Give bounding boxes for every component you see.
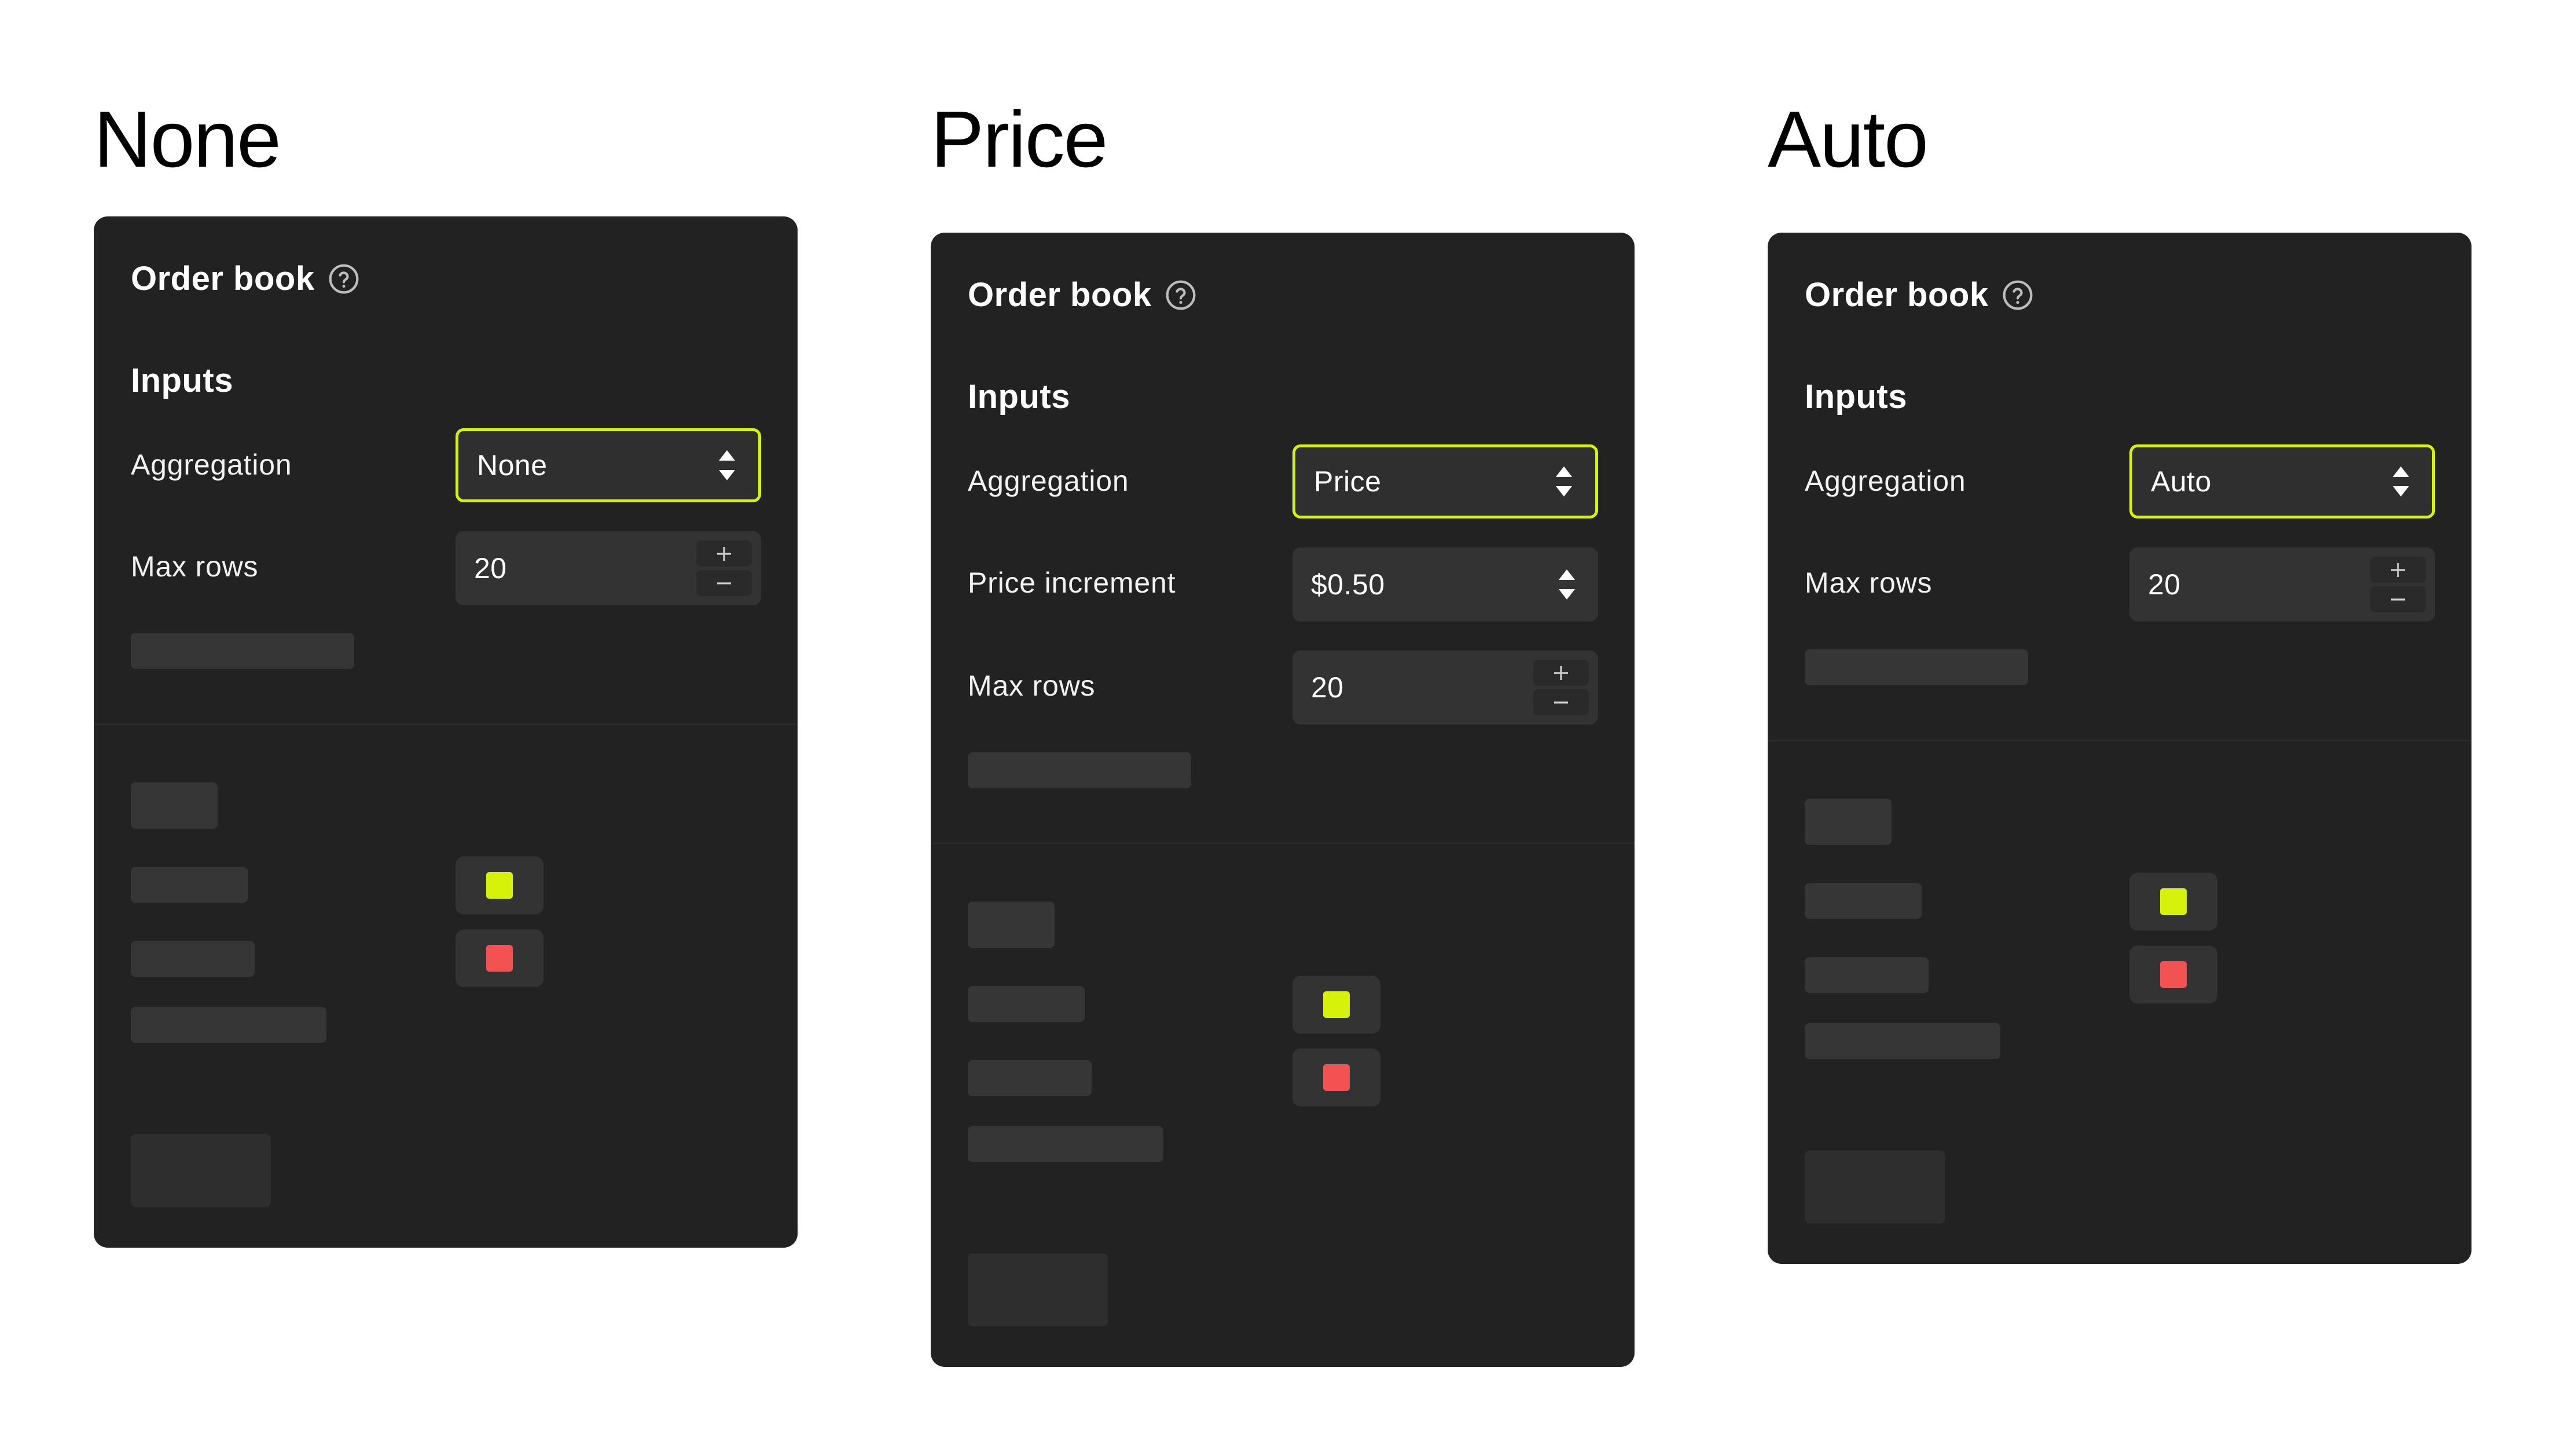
price-increment-value: $0.50 — [1311, 568, 1385, 601]
aggregation-value: None — [477, 449, 548, 481]
question-circle-icon[interactable] — [328, 263, 360, 295]
ask-color-picker[interactable] — [456, 929, 543, 987]
order-book-panel: Order book Inputs Aggregation Auto Max r… — [1768, 233, 2471, 1264]
skeleton-placeholder — [1805, 649, 2028, 685]
aggregation-label: Aggregation — [968, 465, 1129, 497]
bid-color-picker[interactable] — [456, 856, 543, 914]
aggregation-label: Aggregation — [1805, 465, 1966, 497]
skeleton-placeholder — [131, 941, 255, 977]
bid-color-picker[interactable] — [1292, 976, 1380, 1034]
skeleton-placeholder — [131, 867, 248, 903]
skeleton-placeholder — [1805, 883, 1922, 919]
order-book-panel: Order book Inputs Aggregation Price Pric… — [931, 233, 1635, 1367]
skeleton-placeholder — [968, 1060, 1092, 1096]
skeleton-button-placeholder — [968, 1253, 1108, 1326]
minus-icon — [1554, 701, 1568, 704]
aggregation-value: Price — [1314, 465, 1382, 498]
column-heading-price: Price — [931, 95, 1108, 184]
max-rows-stepper[interactable]: 20 — [2129, 547, 2435, 622]
skeleton-button-placeholder — [131, 1134, 271, 1207]
order-book-panel: Order book Inputs Aggregation None Max r… — [94, 216, 798, 1248]
section-divider — [1768, 740, 2471, 741]
skeleton-button-placeholder — [1805, 1150, 1945, 1223]
decrement-button[interactable] — [696, 570, 752, 596]
question-circle-icon[interactable] — [2002, 279, 2034, 311]
bid-color-swatch — [1323, 991, 1350, 1018]
skeleton-placeholder — [1805, 1023, 2000, 1059]
increment-button[interactable] — [696, 541, 752, 567]
bid-color-swatch — [486, 872, 513, 899]
increment-button[interactable] — [1533, 660, 1589, 686]
plus-icon — [1554, 666, 1568, 680]
question-circle-icon[interactable] — [1165, 279, 1197, 311]
price-increment-select[interactable]: $0.50 — [1292, 547, 1598, 622]
up-down-arrows-icon — [2393, 466, 2409, 497]
panel-title-text: Order book — [1805, 276, 1989, 314]
minus-icon — [717, 582, 731, 584]
skeleton-placeholder — [131, 633, 354, 669]
skeleton-placeholder — [968, 752, 1191, 788]
ask-color-swatch — [2160, 961, 2187, 988]
skeleton-placeholder — [1805, 799, 1892, 845]
ask-color-picker[interactable] — [1292, 1049, 1380, 1106]
plus-icon — [2391, 562, 2405, 577]
skeleton-placeholder — [968, 1126, 1163, 1162]
bid-color-picker[interactable] — [2129, 873, 2217, 931]
panel-title-text: Order book — [968, 276, 1152, 314]
skeleton-placeholder — [131, 1007, 326, 1043]
section-divider — [94, 723, 798, 725]
max-rows-stepper[interactable]: 20 — [456, 531, 761, 605]
aggregation-label: Aggregation — [131, 448, 292, 481]
column-heading-none: None — [94, 95, 281, 184]
decrement-button[interactable] — [1533, 689, 1589, 715]
max-rows-label: Max rows — [1805, 567, 1933, 599]
skeleton-placeholder — [968, 902, 1055, 948]
ask-color-swatch — [486, 945, 513, 972]
up-down-arrows-icon — [1559, 569, 1575, 600]
minus-icon — [2391, 598, 2405, 601]
decrement-button[interactable] — [2370, 586, 2426, 612]
aggregation-select[interactable]: Auto — [2129, 444, 2435, 519]
bid-color-swatch — [2160, 888, 2187, 915]
panel-title-text: Order book — [131, 260, 315, 297]
column-heading-auto: Auto — [1768, 95, 1929, 184]
panel-title: Order book — [131, 259, 360, 298]
aggregation-select[interactable]: Price — [1292, 444, 1598, 519]
increment-button[interactable] — [2370, 557, 2426, 583]
panel-title: Order book — [968, 275, 1197, 314]
aggregation-select[interactable]: None — [456, 428, 761, 502]
section-inputs: Inputs — [1805, 378, 1907, 416]
up-down-arrows-icon — [719, 450, 735, 480]
panel-title: Order book — [1805, 275, 2034, 314]
price-increment-label: Price increment — [968, 567, 1176, 599]
ask-color-picker[interactable] — [2129, 946, 2217, 1003]
section-inputs: Inputs — [968, 378, 1070, 416]
section-divider — [931, 843, 1635, 844]
skeleton-placeholder — [968, 986, 1085, 1022]
max-rows-stepper[interactable]: 20 — [1292, 650, 1598, 725]
max-rows-label: Max rows — [968, 670, 1096, 702]
ask-color-swatch — [1323, 1064, 1350, 1091]
skeleton-placeholder — [1805, 957, 1929, 993]
aggregation-value: Auto — [2151, 465, 2212, 498]
up-down-arrows-icon — [1556, 466, 1572, 497]
plus-icon — [717, 546, 731, 561]
max-rows-label: Max rows — [131, 550, 259, 583]
skeleton-placeholder — [131, 782, 218, 829]
section-inputs: Inputs — [131, 362, 233, 399]
